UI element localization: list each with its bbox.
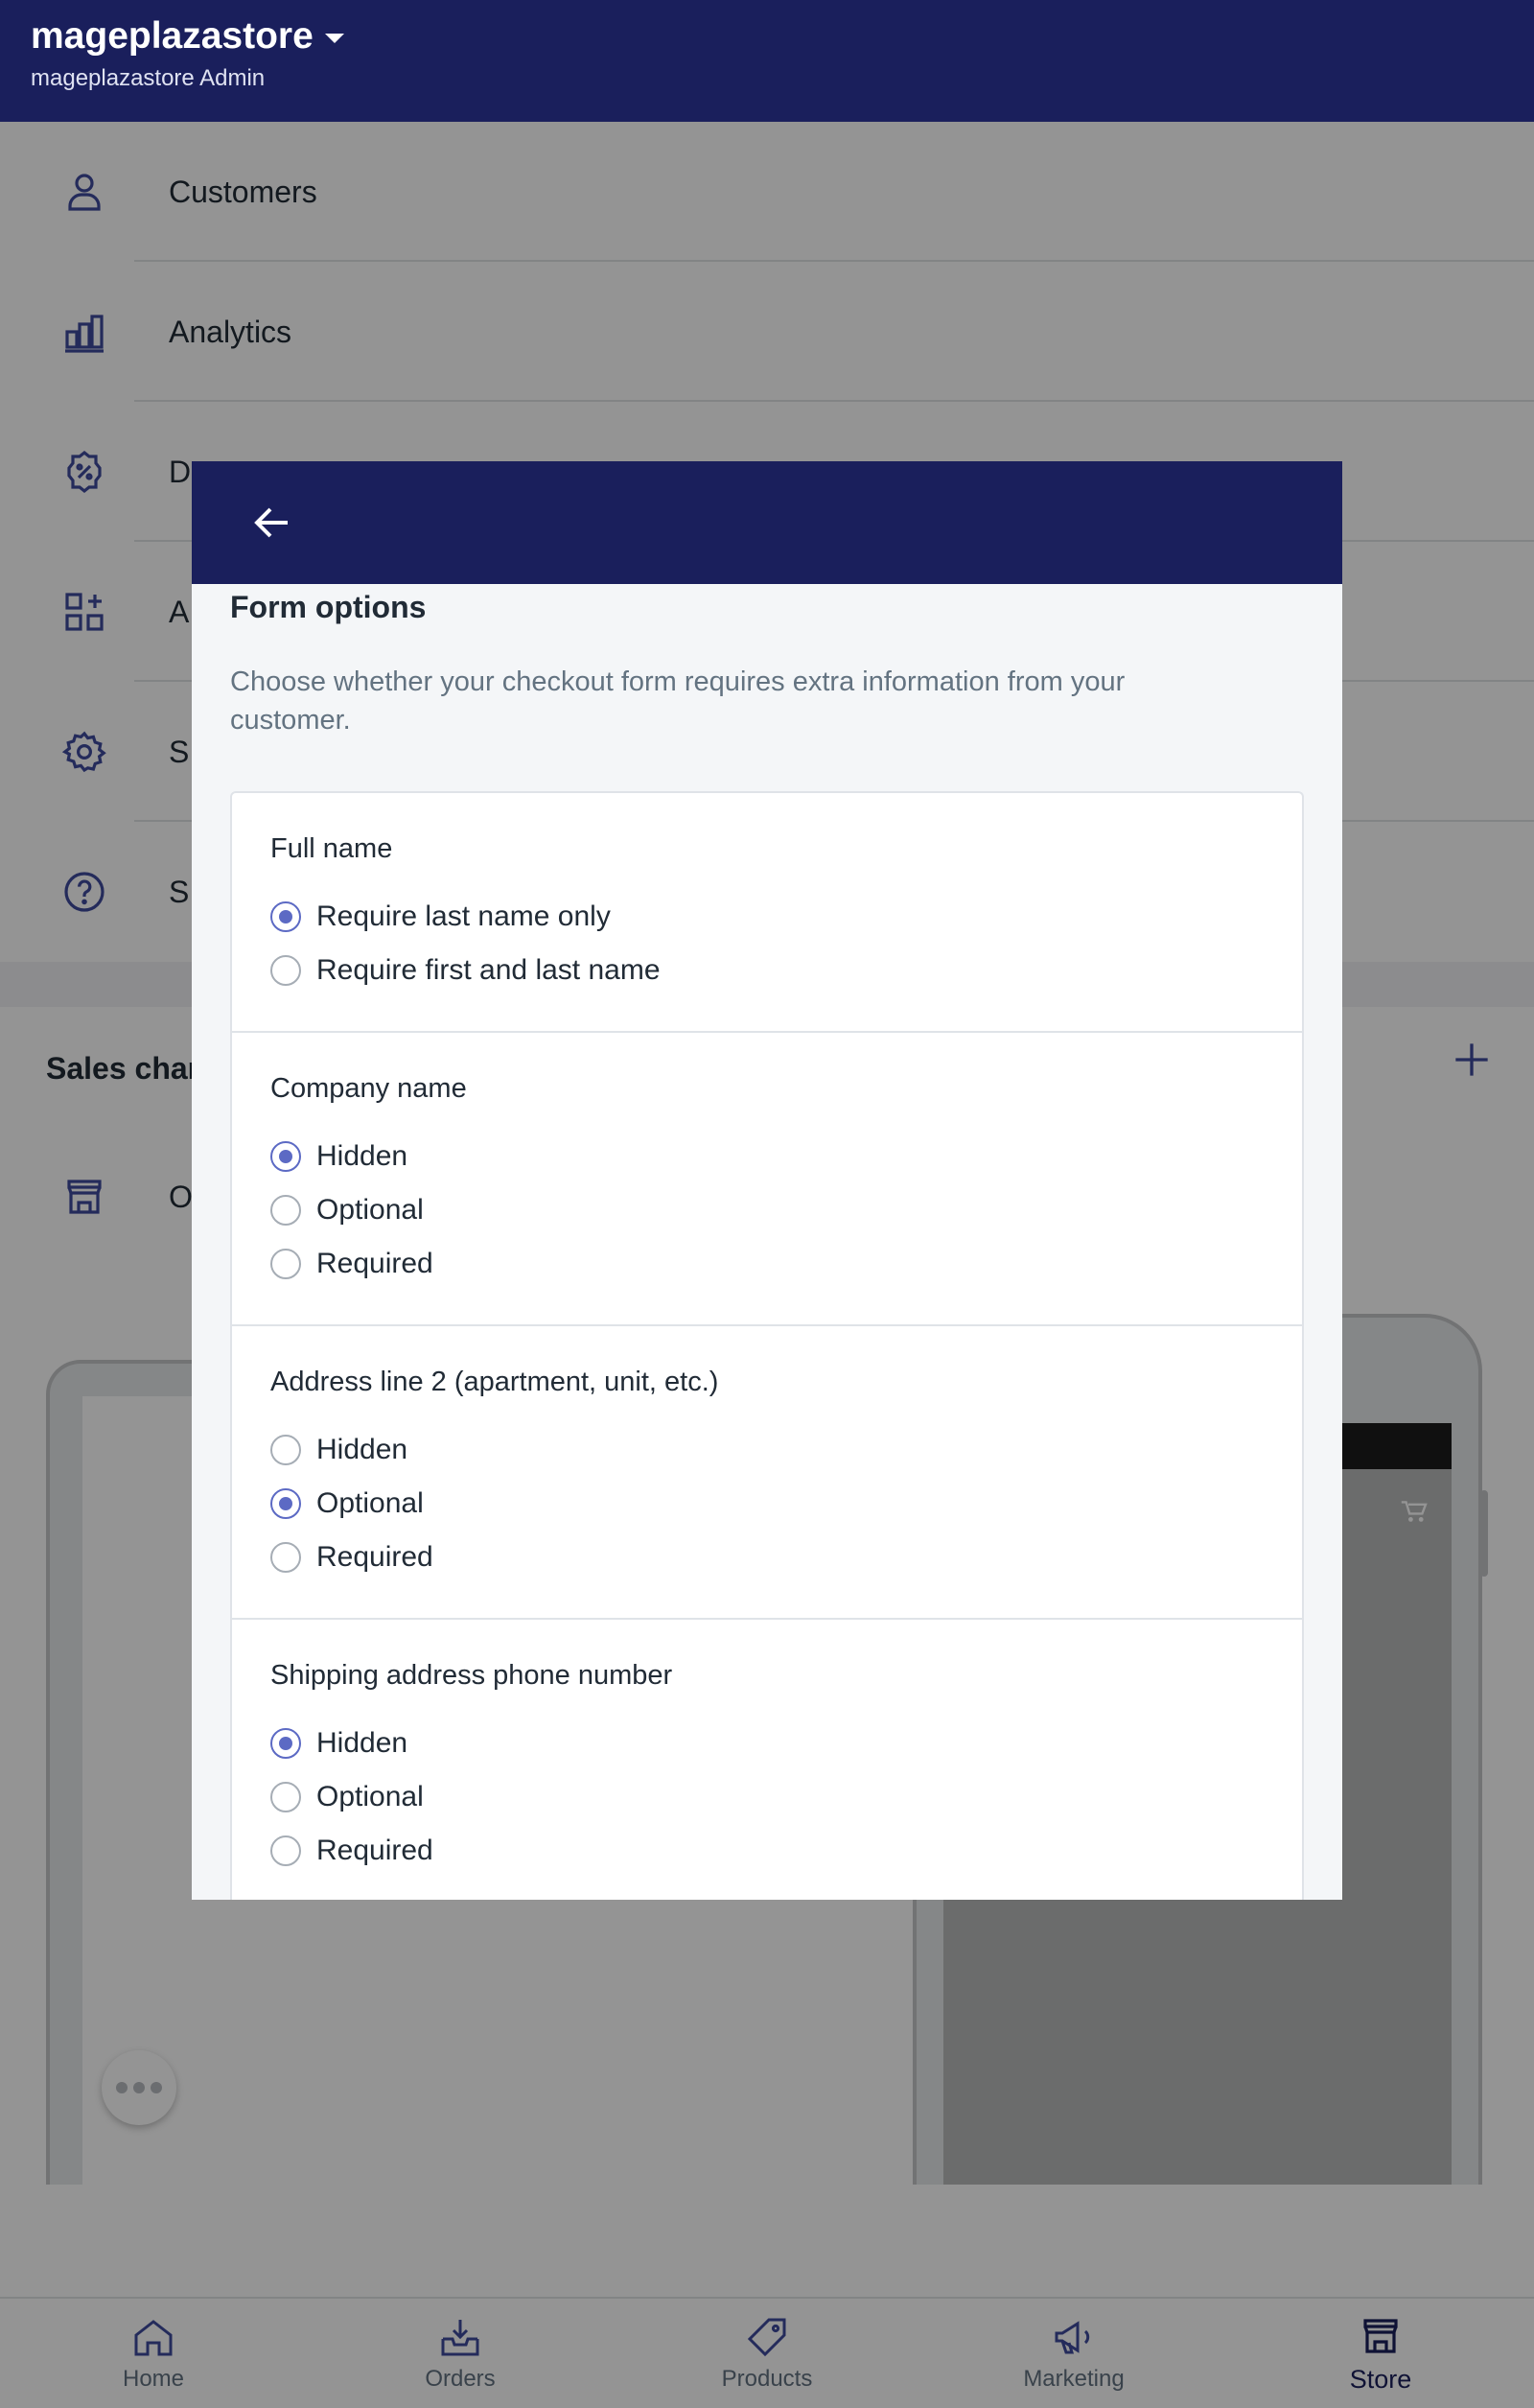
form-options-description: Choose whether your checkout form requir… xyxy=(230,666,1126,736)
radio-button[interactable] xyxy=(270,1195,301,1226)
section-title: Shipping address phone number xyxy=(270,1660,673,1691)
radio-company-optional[interactable]: Optional xyxy=(270,1194,424,1227)
radio-address2-hidden[interactable]: Hidden xyxy=(270,1434,407,1466)
radio-button[interactable] xyxy=(270,1835,301,1866)
radio-address2-optional[interactable]: Optional xyxy=(270,1487,424,1520)
store-name: mageplazastore xyxy=(31,15,314,57)
radio-address2-required[interactable]: Required xyxy=(270,1541,433,1574)
radio-button[interactable] xyxy=(270,1542,301,1573)
modal-header xyxy=(192,461,1342,584)
back-arrow-icon[interactable] xyxy=(249,500,295,546)
radio-phone-hidden[interactable]: Hidden xyxy=(270,1727,407,1760)
radio-button-selected[interactable] xyxy=(270,1728,301,1759)
radio-require-last-name-only[interactable]: Require last name only xyxy=(270,900,611,933)
radio-phone-required[interactable]: Required xyxy=(270,1835,433,1867)
form-options-card: Full name Require last name only Require… xyxy=(230,791,1304,1900)
radio-label: Optional xyxy=(316,1781,424,1812)
radio-label: Hidden xyxy=(316,1727,408,1759)
section-address-line-2: Address line 2 (apartment, unit, etc.) H… xyxy=(232,1326,1302,1620)
form-options-modal: Form options Choose whether your checkou… xyxy=(192,461,1342,1900)
radio-button-selected[interactable] xyxy=(270,1488,301,1519)
section-full-name: Full name Require last name only Require… xyxy=(232,793,1302,1033)
radio-label: Required xyxy=(316,1541,433,1573)
radio-label: Required xyxy=(316,1835,433,1866)
radio-company-hidden[interactable]: Hidden xyxy=(270,1140,407,1173)
radio-label: Require first and last name xyxy=(316,954,661,986)
radio-label: Required xyxy=(316,1248,433,1279)
store-switcher[interactable]: mageplazastore xyxy=(31,15,344,58)
radio-button-selected[interactable] xyxy=(270,1141,301,1172)
radio-button[interactable] xyxy=(270,955,301,986)
form-options-title: Form options xyxy=(230,590,427,624)
radio-button[interactable] xyxy=(270,1782,301,1812)
top-bar: mageplazastore mageplazastore Admin xyxy=(0,0,1534,122)
radio-label: Hidden xyxy=(316,1434,408,1465)
app-screen: mageplazastore mageplazastore Admin Cust… xyxy=(0,0,1534,2408)
radio-button-selected[interactable] xyxy=(270,901,301,932)
caret-down-icon xyxy=(324,34,344,43)
radio-label: Optional xyxy=(316,1194,424,1226)
radio-button[interactable] xyxy=(270,1249,301,1279)
section-company-name: Company name Hidden Optional Required xyxy=(232,1033,1302,1326)
radio-label: Hidden xyxy=(316,1140,408,1172)
radio-company-required[interactable]: Required xyxy=(270,1248,433,1280)
radio-label: Optional xyxy=(316,1487,424,1519)
section-title: Full name xyxy=(270,833,393,864)
section-title: Address line 2 (apartment, unit, etc.) xyxy=(270,1367,719,1397)
radio-phone-optional[interactable]: Optional xyxy=(270,1781,424,1813)
radio-require-first-and-last-name[interactable]: Require first and last name xyxy=(270,954,661,987)
radio-label: Require last name only xyxy=(316,900,611,932)
section-title: Company name xyxy=(270,1073,467,1104)
radio-button[interactable] xyxy=(270,1435,301,1465)
modal-body: Form options Choose whether your checkou… xyxy=(192,584,1342,1900)
section-shipping-phone: Shipping address phone number Hidden Opt… xyxy=(232,1620,1302,1900)
store-subtitle: mageplazastore Admin xyxy=(31,65,266,91)
